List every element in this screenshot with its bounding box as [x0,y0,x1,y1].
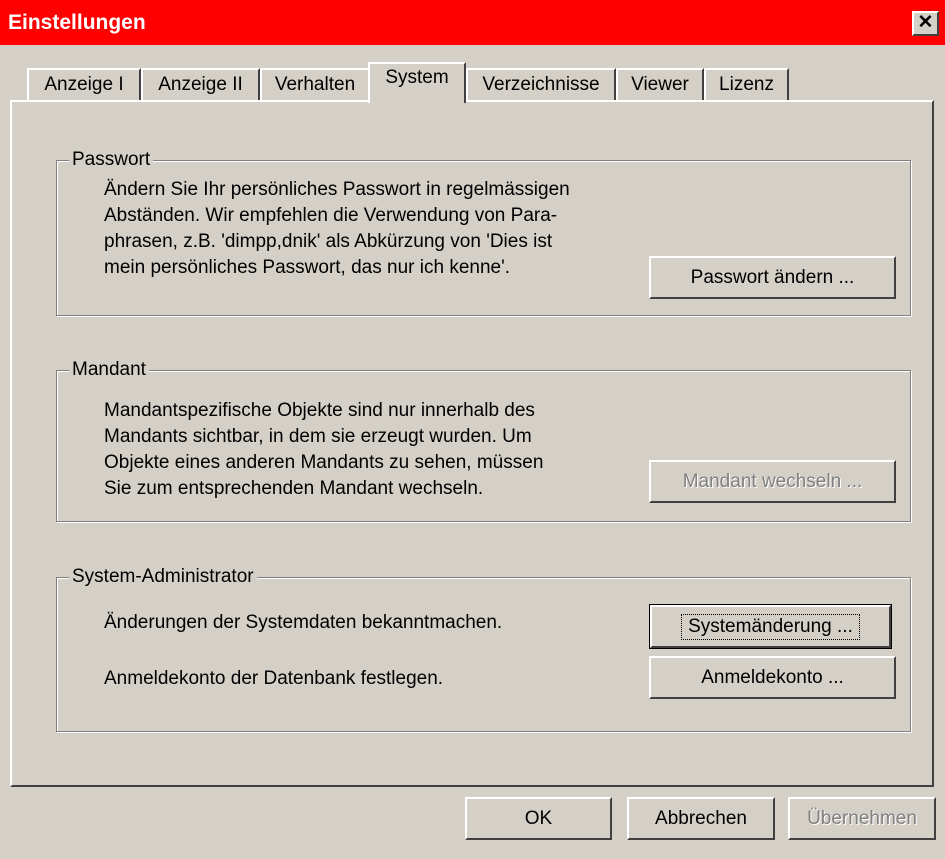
text-line: Mandants sichtbar, in dem sie erzeugt wu… [104,426,532,447]
anmeldekonto-button[interactable]: Anmeldekonto ... [649,656,896,699]
text-line: Ändern Sie Ihr persönliches Passwort in … [104,179,570,200]
title-bar[interactable]: Einstellungen ✕ [0,0,945,45]
apply-button[interactable]: Übernehmen [788,797,936,840]
button-label: Systemänderung ... [681,613,860,640]
tab-label: Lizenz [719,74,774,95]
group-legend: Mandant [69,358,149,382]
passwort-description: Ändern Sie Ihr persönliches Passwort in … [104,177,570,281]
close-icon: ✕ [917,12,934,33]
tab-viewer[interactable]: Viewer [616,68,704,101]
cancel-button[interactable]: Abbrechen [627,797,775,840]
group-legend: System-Administrator [69,565,257,589]
text-line: Mandantspezifische Objekte sind nur inne… [104,400,535,421]
window-title: Einstellungen [8,11,146,34]
text-line: Sie zum entsprechenden Mandant wechseln. [104,478,484,499]
systemaenderung-button[interactable]: Systemänderung ... [649,604,892,649]
tab-verhalten[interactable]: Verhalten [260,68,370,101]
passwort-group: Passwort Ändern Sie Ihr persönliches Pas… [56,148,911,316]
tab-label: System [385,67,449,88]
tab-lizenz[interactable]: Lizenz [704,68,789,101]
tab-anzeige-ii[interactable]: Anzeige II [141,68,260,101]
anmeldekonto-description: Anmeldekonto der Datenbank festlegen. [104,668,444,689]
text-line: mein persönliches Passwort, das nur ich … [104,257,510,278]
tab-label: Anzeige I [44,74,124,95]
tab-label: Viewer [631,74,689,95]
tab-panel-system: Passwort Ändern Sie Ihr persönliches Pas… [10,100,934,787]
mandant-group: Mandant Mandantspezifische Objekte sind … [56,358,911,522]
tab-system[interactable]: System [368,62,466,103]
mandant-description: Mandantspezifische Objekte sind nur inne… [104,398,543,502]
systemaenderung-description: Änderungen der Systemdaten bekanntmachen… [104,612,503,633]
group-legend: Passwort [69,148,154,172]
mandant-wechseln-button[interactable]: Mandant wechseln ... [649,460,896,503]
tab-label: Verzeichnisse [482,74,600,95]
tab-label: Verhalten [274,74,356,95]
tab-label: Anzeige II [158,74,243,95]
passwort-aendern-button[interactable]: Passwort ändern ... [649,256,896,299]
text-line: phrasen, z.B. 'dimpp,dnik' als Abkürzung… [104,231,553,252]
ok-button[interactable]: OK [465,797,612,840]
close-button[interactable]: ✕ [912,11,939,36]
sysadmin-group: System-Administrator Änderungen der Syst… [56,565,911,732]
tab-verzeichnisse[interactable]: Verzeichnisse [466,68,616,101]
tab-anzeige-i[interactable]: Anzeige I [27,68,141,101]
text-line: Objekte eines anderen Mandants zu sehen,… [104,452,544,473]
text-line: Abständen. Wir empfehlen die Verwendung … [104,205,558,226]
